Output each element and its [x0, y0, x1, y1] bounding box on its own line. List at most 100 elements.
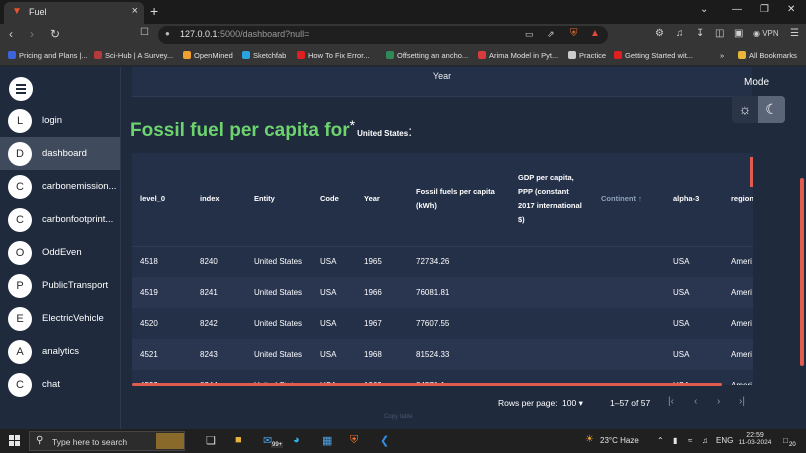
- store-icon[interactable]: ▦: [322, 434, 332, 447]
- table-horizontal-scrollbar[interactable]: [132, 383, 722, 386]
- column-header[interactable]: index: [192, 153, 246, 247]
- hamburger-menu-button[interactable]: [9, 77, 33, 101]
- nav-avatar: C: [8, 175, 32, 199]
- downloads-icon[interactable]: ↧: [696, 28, 704, 39]
- bookmark-item[interactable]: Sketchfab: [242, 51, 286, 60]
- table-row[interactable]: 4519 8241 United States USA 1966 76081.8…: [132, 277, 753, 308]
- next-page-icon[interactable]: ›: [717, 396, 720, 407]
- minimize-icon[interactable]: —: [732, 4, 742, 15]
- table-row[interactable]: 4520 8242 United States USA 1967 77607.5…: [132, 308, 753, 339]
- weather-icon[interactable]: ☀: [585, 434, 594, 445]
- brave-icon[interactable]: ⛨: [350, 434, 358, 447]
- new-tab-icon[interactable]: +: [150, 3, 158, 19]
- column-header[interactable]: GDP per capita, PPP (constant 2017 inter…: [510, 153, 593, 247]
- reload-icon[interactable]: ↻: [50, 27, 60, 41]
- sidebar-item-dashboard[interactable]: D dashboard: [0, 137, 120, 170]
- media-icon[interactable]: ♫: [676, 28, 684, 39]
- column-header[interactable]: region: [723, 153, 753, 247]
- vpn-button[interactable]: ◉ VPN: [753, 29, 779, 38]
- file-explorer-icon[interactable]: ■: [235, 434, 242, 446]
- wallet-icon[interactable]: ▣: [734, 28, 743, 39]
- column-header[interactable]: level_0: [132, 153, 192, 247]
- table-cell: [510, 308, 593, 339]
- vscode-icon[interactable]: ❮: [380, 434, 389, 447]
- bookmark-item[interactable]: Getting Started wit...: [614, 51, 693, 60]
- site-info-icon[interactable]: ●: [165, 29, 170, 38]
- sidebar-item-chat[interactable]: C chat: [0, 368, 120, 401]
- column-header[interactable]: Fossil fuels per capita (kWh): [408, 153, 510, 247]
- theme-toggle[interactable]: ☼ ☾: [732, 96, 785, 123]
- mode-label: Mode: [744, 77, 770, 88]
- sidebar-item-login[interactable]: L login: [0, 104, 120, 137]
- battery-icon[interactable]: ▮: [673, 436, 677, 445]
- language-indicator[interactable]: ENG: [716, 436, 733, 445]
- task-view-icon[interactable]: ❏: [206, 434, 216, 447]
- first-page-icon[interactable]: |‹: [668, 396, 674, 407]
- forward-icon[interactable]: ›: [30, 27, 34, 41]
- bookmark-item[interactable]: Arima Model in Pyt...: [478, 51, 558, 60]
- sidebar-item-analytics[interactable]: A analytics: [0, 335, 120, 368]
- menu-icon[interactable]: ☰: [790, 28, 799, 39]
- share-icon[interactable]: ⇗: [547, 29, 555, 40]
- bookmark-item[interactable]: OpenMined: [183, 51, 233, 60]
- maximize-icon[interactable]: ❐: [760, 4, 769, 15]
- column-header-sorted[interactable]: Continent ↑: [593, 153, 665, 247]
- close-tab-icon[interactable]: ×: [132, 5, 138, 17]
- moon-icon[interactable]: ☾: [758, 96, 785, 123]
- start-square: [9, 435, 14, 440]
- sidebar-item-oddeven[interactable]: O OddEven: [0, 236, 120, 269]
- extensions-icon[interactable]: ⚙: [655, 28, 664, 39]
- notification-count: 20: [789, 442, 796, 448]
- bookmark-item[interactable]: Pricing and Plans |...: [8, 51, 88, 60]
- bookmark-item[interactable]: Practice: [568, 51, 606, 60]
- sidebar-toggle-icon[interactable]: ◫: [715, 28, 724, 39]
- bookmark-icon: [297, 51, 305, 59]
- cast-icon[interactable]: ▭: [525, 29, 534, 40]
- column-header[interactable]: Year: [356, 153, 408, 247]
- column-header[interactable]: Entity: [246, 153, 312, 247]
- brave-rewards-icon[interactable]: ▲: [590, 28, 600, 39]
- browser-tab[interactable]: ▼ Fuel ×: [4, 2, 144, 24]
- country-name: United States: [357, 129, 409, 138]
- all-bookmarks-button[interactable]: All Bookmarks: [738, 51, 797, 60]
- table-row[interactable]: 4518 8240 United States USA 1965 72734.2…: [132, 246, 753, 277]
- sidebar-item-carbonemission[interactable]: C carbonemission...: [0, 170, 120, 203]
- window-close-icon[interactable]: ✕: [787, 4, 795, 15]
- menu-bar: [16, 92, 26, 94]
- volume-icon[interactable]: ♫: [702, 436, 708, 445]
- notifications-icon[interactable]: □: [783, 436, 788, 445]
- table-row[interactable]: 4521 8243 United States USA 1968 81524.3…: [132, 339, 753, 370]
- wifi-icon[interactable]: ≈: [688, 436, 692, 445]
- tab-search-icon[interactable]: ⌄: [700, 4, 708, 15]
- sun-icon[interactable]: ☼: [732, 96, 758, 123]
- table-cell: 8242: [200, 319, 218, 328]
- sidebar-item-label: ElectricVehicle: [42, 313, 104, 324]
- sidebar-item-carbonfootprint[interactable]: C carbonfootprint...: [0, 203, 120, 236]
- bookmark-item[interactable]: How To Fix Error...: [297, 51, 370, 60]
- rows-per-page-select[interactable]: 100 ▾: [562, 398, 583, 409]
- bookmark-item[interactable]: Offsetting an ancho...: [386, 51, 468, 60]
- column-header[interactable]: Code: [312, 153, 356, 247]
- bookmark-page-icon[interactable]: ☐: [140, 27, 149, 38]
- back-icon[interactable]: ‹: [9, 27, 13, 41]
- sidebar-item-electricvehicle[interactable]: E ElectricVehicle: [0, 302, 120, 335]
- page-vertical-scrollbar[interactable]: [800, 178, 804, 366]
- previous-page-icon[interactable]: ‹: [694, 396, 697, 407]
- edge-icon[interactable]: ◕: [293, 434, 300, 446]
- table-cell: USA: [320, 257, 337, 267]
- weather-text[interactable]: 23°C Haze: [600, 436, 639, 445]
- taskbar-search[interactable]: ⚲ Type here to search: [29, 431, 185, 451]
- clock[interactable]: 22:59 11-03-2024: [739, 432, 772, 446]
- brave-shield-icon[interactable]: ⛨: [570, 28, 578, 39]
- column-header[interactable]: alpha-3: [665, 153, 723, 247]
- table-vertical-scrollbar[interactable]: [750, 157, 753, 187]
- bookmark-item[interactable]: Sci-Hub | A Survey...: [94, 51, 173, 60]
- last-page-icon[interactable]: ›|: [739, 396, 745, 407]
- sidebar-item-publictransport[interactable]: P PublicTransport: [0, 269, 120, 302]
- more-bookmarks-icon[interactable]: »: [720, 51, 724, 60]
- url-text: 127.0.0.1:5000/dashboard?null=: [180, 29, 309, 39]
- show-hidden-icons[interactable]: ⌃: [657, 436, 664, 445]
- table-cell: [593, 277, 665, 308]
- address-bar[interactable]: ● 127.0.0.1:5000/dashboard?null= ▭ ⇗ ⛨ ▲: [158, 26, 608, 44]
- windows-start-icon[interactable]: [9, 435, 20, 446]
